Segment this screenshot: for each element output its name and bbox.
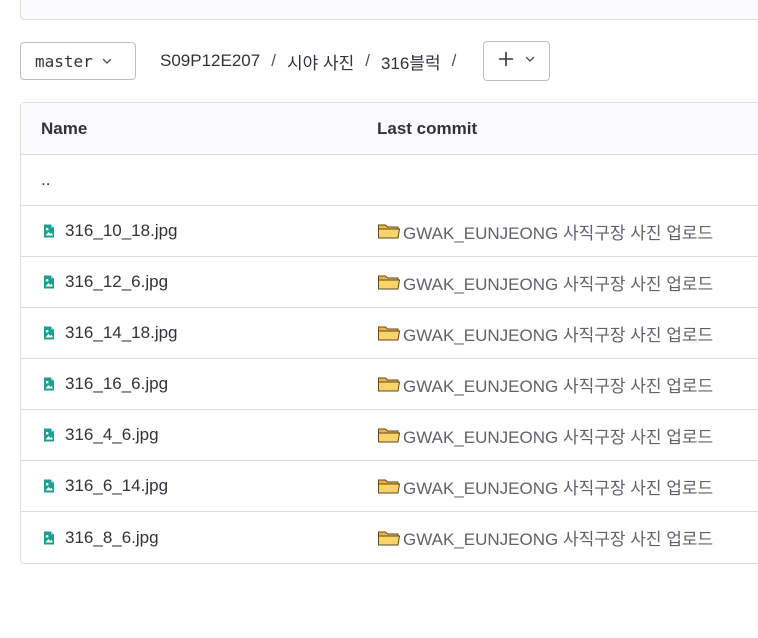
image-file-icon: [41, 376, 57, 392]
chevron-down-icon: [524, 52, 536, 70]
table-row-parent[interactable]: ..: [21, 155, 758, 206]
image-file-icon: [41, 530, 57, 546]
table-row[interactable]: 316_16_6.jpg GWAK_EUNJEONG 사직구장 사진 업로드: [21, 359, 758, 410]
breadcrumb-item-project[interactable]: S09P12E207: [160, 51, 260, 71]
breadcrumb-separator: /: [271, 51, 276, 70]
parent-directory-link[interactable]: ..: [41, 170, 50, 190]
file-name-link[interactable]: 316_8_6.jpg: [65, 528, 159, 548]
commit-message-link[interactable]: GWAK_EUNJEONG 사직구장 사진 업로드: [403, 372, 713, 397]
breadcrumb: S09P12E207 / 시야 사진 / 316블럭 /: [160, 49, 467, 74]
image-file-icon: [41, 223, 57, 239]
folder-icon: [377, 529, 401, 547]
commit-message-link[interactable]: GWAK_EUNJEONG 사직구장 사진 업로드: [403, 525, 713, 550]
table-header: Name Last commit: [21, 103, 758, 155]
table-row[interactable]: 316_12_6.jpg GWAK_EUNJEONG 사직구장 사진 업로드: [21, 257, 758, 308]
commit-message-link[interactable]: GWAK_EUNJEONG 사직구장 사진 업로드: [403, 474, 713, 499]
header-name: Name: [41, 118, 88, 138]
folder-icon: [377, 222, 401, 240]
file-name-link[interactable]: 316_14_18.jpg: [65, 323, 178, 343]
folder-icon: [377, 426, 401, 444]
breadcrumb-item-folder[interactable]: 시야 사진: [287, 49, 354, 74]
image-file-icon: [41, 325, 57, 341]
add-to-tree-button[interactable]: [483, 41, 551, 81]
header-last-commit: Last commit: [377, 118, 478, 138]
commit-message-link[interactable]: GWAK_EUNJEONG 사직구장 사진 업로드: [403, 219, 713, 244]
plus-icon: [498, 51, 514, 72]
file-tree-table: Name Last commit .. 316_10_18.jpg GWAK_E…: [20, 102, 758, 564]
file-name-link[interactable]: 316_4_6.jpg: [65, 425, 159, 445]
commit-message-link[interactable]: GWAK_EUNJEONG 사직구장 사진 업로드: [403, 423, 713, 448]
image-file-icon: [41, 274, 57, 290]
folder-icon: [377, 375, 401, 393]
table-row[interactable]: 316_8_6.jpg GWAK_EUNJEONG 사직구장 사진 업로드: [21, 512, 758, 563]
repository-toolbar: master S09P12E207 / 시야 사진 / 316블럭 /: [20, 41, 551, 81]
branch-selector-button[interactable]: master: [20, 42, 136, 80]
file-name-link[interactable]: 316_12_6.jpg: [65, 272, 168, 292]
file-name-link[interactable]: 316_10_18.jpg: [65, 221, 178, 241]
table-row[interactable]: 316_6_14.jpg GWAK_EUNJEONG 사직구장 사진 업로드: [21, 461, 758, 512]
table-row[interactable]: 316_14_18.jpg GWAK_EUNJEONG 사직구장 사진 업로드: [21, 308, 758, 359]
commit-message-link[interactable]: GWAK_EUNJEONG 사직구장 사진 업로드: [403, 321, 713, 346]
file-name-link[interactable]: 316_6_14.jpg: [65, 476, 168, 496]
file-name-link[interactable]: 316_16_6.jpg: [65, 374, 168, 394]
folder-icon: [377, 273, 401, 291]
folder-icon: [377, 324, 401, 342]
branch-name: master: [35, 51, 93, 71]
chevron-down-icon: [101, 55, 113, 67]
image-file-icon: [41, 427, 57, 443]
table-row[interactable]: 316_10_18.jpg GWAK_EUNJEONG 사직구장 사진 업로드: [21, 206, 758, 257]
previous-panel-edge: [20, 0, 758, 20]
breadcrumb-separator: /: [365, 51, 370, 70]
breadcrumb-separator: /: [451, 51, 457, 70]
breadcrumb-item-subfolder[interactable]: 316블럭: [381, 49, 441, 74]
commit-message-link[interactable]: GWAK_EUNJEONG 사직구장 사진 업로드: [403, 270, 713, 295]
table-row[interactable]: 316_4_6.jpg GWAK_EUNJEONG 사직구장 사진 업로드: [21, 410, 758, 461]
folder-icon: [377, 477, 401, 495]
image-file-icon: [41, 478, 57, 494]
